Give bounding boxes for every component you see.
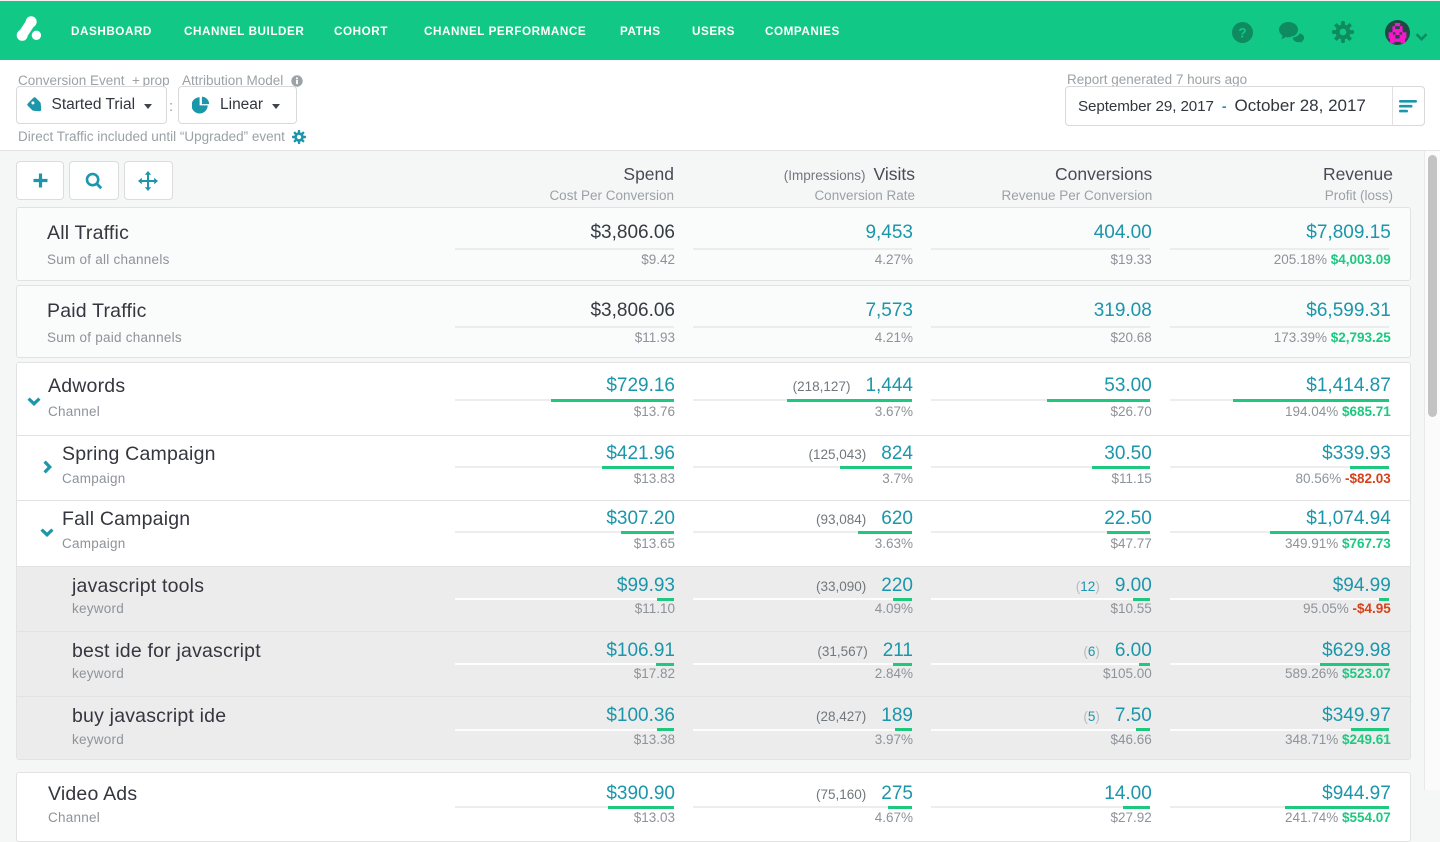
svg-text:?: ? [1238,25,1246,40]
